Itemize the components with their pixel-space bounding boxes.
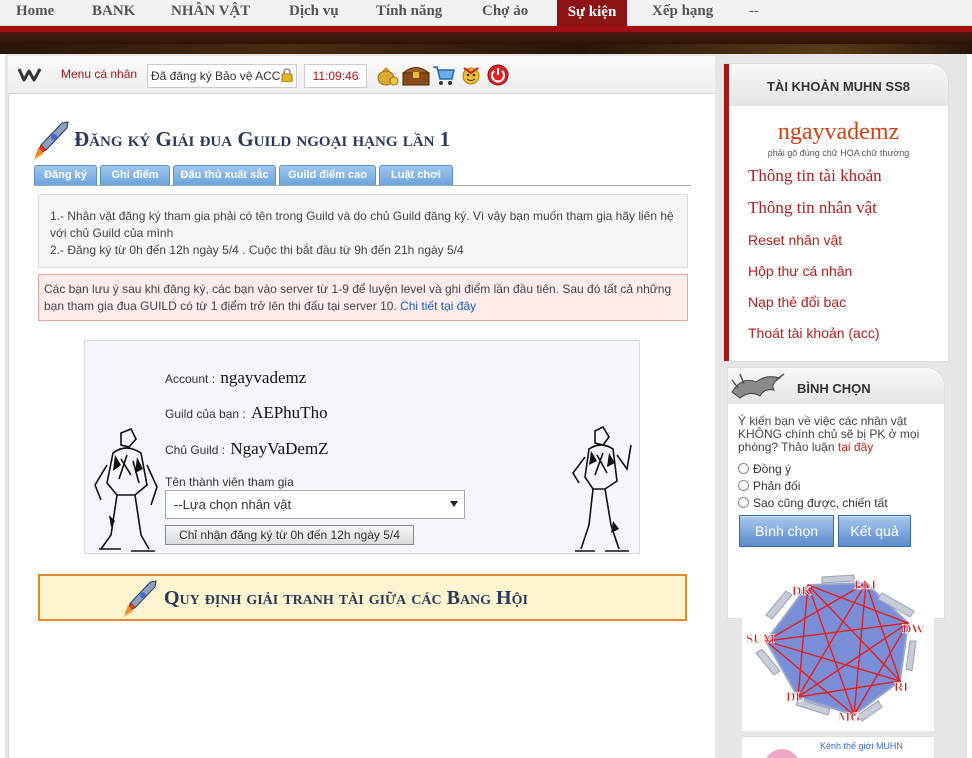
register-submit-button[interactable]: Chỉ nhận đăng ký từ 0h đến 12h ngày 5/4 — [165, 525, 414, 545]
radio-icon[interactable] — [738, 497, 749, 508]
poll-option-disagree[interactable]: Phản đối — [738, 479, 800, 493]
nav-item-home[interactable]: Home — [16, 3, 54, 20]
nav-item-events[interactable]: Sự kiện — [557, 0, 627, 26]
character-select[interactable]: --Lựa chọn nhân vật — [165, 490, 465, 519]
personal-menu-link[interactable]: Menu cá nhân — [61, 67, 137, 81]
rules-info-box: 1.- Nhân vật đăng ký tham gia phải có tê… — [38, 194, 688, 268]
page-title: Đăng ký Giải đua Guild ngoại hạng lần 1 — [74, 127, 451, 151]
banner-ornament — [0, 44, 972, 54]
account-value: ngayvademz — [220, 368, 307, 387]
diagram-label-dl: DL — [786, 689, 804, 704]
top-navigation: Home BANK NHÂN VẬT Dịch vụ Tính năng Chợ… — [0, 0, 972, 26]
notice-detail-link[interactable]: Chi tiết tại đây — [400, 299, 476, 313]
radio-icon[interactable] — [738, 480, 749, 491]
diagram-label-rf: RF — [894, 679, 911, 694]
character-select-value: --Lựa chọn nhân vật — [174, 497, 292, 512]
warrior-right-image — [572, 425, 632, 552]
poll-option-label: Đồng ý — [753, 462, 792, 476]
registration-panel: Account : ngayvademz Guild của bạn : AEP… — [84, 340, 640, 554]
guild-value: AEPhuTho — [251, 403, 328, 422]
account-info-link[interactable]: Thông tin tài khoản — [748, 166, 882, 186]
w-logo-icon[interactable] — [18, 66, 42, 82]
tab-rules[interactable]: Luật chơi — [379, 165, 453, 186]
rules-title: Quy định giải tranh tài giữa các Bang Hộ… — [164, 587, 528, 609]
notice-box: Các bạn lưu ý sau khi đăng ký, các bạn v… — [38, 274, 688, 321]
class-heptagon-diagram: DK ELF DW RF MG DL SUM — [746, 574, 925, 724]
poll-option-label: Phản đối — [753, 479, 801, 493]
page-heading: Đăng ký Giải đua Guild ngoại hạng lần 1 — [32, 120, 692, 162]
server-clock: 11:09:46 — [304, 64, 367, 88]
world-channel-label[interactable]: Kênh thế giới MUHN — [820, 741, 903, 751]
diagram-label-mg: MG — [838, 709, 860, 724]
guild-row: Guild của bạn : AEPhuTho — [165, 403, 328, 423]
member-label: Tên thành viên tham gia — [165, 475, 294, 489]
poll-option-label: Sao cũng được, chiến tất — [753, 496, 888, 510]
world-channel-card[interactable]: Kênh thế giới MUHN — [742, 736, 934, 758]
guild-owner-row: Chủ Guild : NgayVaDemZ — [165, 439, 329, 459]
tab-register[interactable]: Đăng ký — [34, 165, 97, 186]
poll-discuss-link[interactable]: tại đây — [838, 440, 873, 454]
results-button[interactable]: Kết quả — [838, 515, 911, 547]
nav-item-more[interactable]: -- — [749, 3, 759, 20]
nav-item-rankings[interactable]: Xếp hạng — [652, 3, 713, 20]
rocket-emblem-icon — [34, 121, 69, 160]
nav-item-bank[interactable]: BANK — [92, 3, 135, 20]
tab-score[interactable]: Ghi điểm — [100, 165, 170, 186]
shopping-cart-icon[interactable] — [432, 64, 456, 86]
tab-divider — [34, 185, 691, 186]
diagram-label-dw: DW — [902, 621, 924, 636]
poll-option-neutral[interactable]: Sao cũng được, chiến tất — [738, 496, 888, 510]
info-line-2: 2.- Đăng ký từ 0h đến 12h ngày 5/4 . Cuộ… — [50, 243, 464, 257]
power-icon[interactable] — [486, 64, 510, 86]
diagram-label-sum: SUM — [746, 631, 775, 646]
username-note: phải gõ đúng chữ HOA chữ thường — [767, 148, 910, 158]
account-row: Account : ngayvademz — [165, 368, 306, 388]
nav-item-characters[interactable]: NHÂN VẬT — [171, 3, 250, 20]
account-protection-box[interactable]: Đã đăng ký Bảo vệ ACC — [147, 64, 297, 88]
guild-label: Guild của bạn : — [165, 407, 246, 421]
guild-owner-label: Chủ Guild : — [165, 443, 226, 457]
tab-top-guilds[interactable]: Guild điểm cao — [279, 165, 376, 186]
logout-link[interactable]: Thoát tài khoản (acc) — [748, 325, 880, 341]
nav-item-market[interactable]: Chợ ảo — [482, 3, 528, 20]
header-banner — [0, 26, 972, 54]
poll-title: BÌNH CHỌN — [797, 381, 871, 396]
warrior-left-image — [94, 427, 158, 552]
poll-question: Ý kiến bạn về việc các nhân vật KHÔNG ch… — [738, 415, 938, 454]
account-protection-label: Đã đăng ký Bảo vệ ACC — [151, 69, 281, 83]
gift-icon[interactable] — [459, 64, 483, 86]
tab-top-players[interactable]: Đấu thủ xuất sắc — [173, 165, 276, 186]
diagram-label-dk: DK — [792, 583, 812, 598]
top-up-link[interactable]: Nạp thẻ đổi bạc — [748, 294, 846, 310]
username: ngayvademz — [777, 119, 900, 145]
poll-header: BÌNH CHỌN — [728, 368, 944, 404]
vote-button[interactable]: Bình chọn — [739, 515, 834, 547]
character-info-link[interactable]: Thông tin nhân vật — [748, 198, 877, 218]
nav-item-services[interactable]: Dịch vụ — [289, 3, 339, 20]
lock-icon — [281, 68, 293, 82]
channel-avatar — [764, 749, 800, 758]
rocket-emblem-icon — [123, 580, 157, 617]
user-toolbar: Menu cá nhân Đã đăng ký Bảo vệ ACC 11:09… — [8, 56, 715, 94]
dragon-icon — [731, 373, 785, 399]
nav-item-features[interactable]: Tính năng — [376, 3, 442, 20]
radio-icon[interactable] — [738, 463, 749, 474]
poll-option-agree[interactable]: Đồng ý — [738, 462, 791, 476]
chevron-down-icon — [450, 501, 458, 507]
rules-banner[interactable]: Quy định giải tranh tài giữa các Bang Hộ… — [38, 574, 687, 621]
inbox-link[interactable]: Hộp thư cá nhân — [748, 263, 852, 279]
banner-stripe — [0, 26, 972, 32]
poll-question-text: Ý kiến bạn về việc các nhân vật KHÔNG ch… — [738, 414, 920, 454]
treasure-chest-icon[interactable] — [402, 64, 430, 86]
money-bag-icon[interactable] — [376, 64, 400, 86]
guild-owner-value: NgayVaDemZ — [230, 439, 329, 458]
reset-character-link[interactable]: Reset nhân vật — [748, 232, 842, 248]
notice-text: Các bạn lưu ý sau khi đăng ký, các bạn v… — [44, 282, 672, 313]
account-label: Account : — [165, 372, 216, 386]
account-panel: TÀI KHOẢN MUHN SS8 ngayvademz phải gõ đú… — [724, 64, 948, 361]
diagram-label-elf: ELF — [854, 577, 879, 592]
class-diagram-card[interactable]: DK ELF DW RF MG DL SUM — [742, 571, 934, 731]
account-panel-title: TÀI KHOẢN MUHN SS8 — [729, 64, 948, 106]
info-line-1: 1.- Nhân vật đăng ký tham gia phải có tê… — [50, 209, 674, 240]
